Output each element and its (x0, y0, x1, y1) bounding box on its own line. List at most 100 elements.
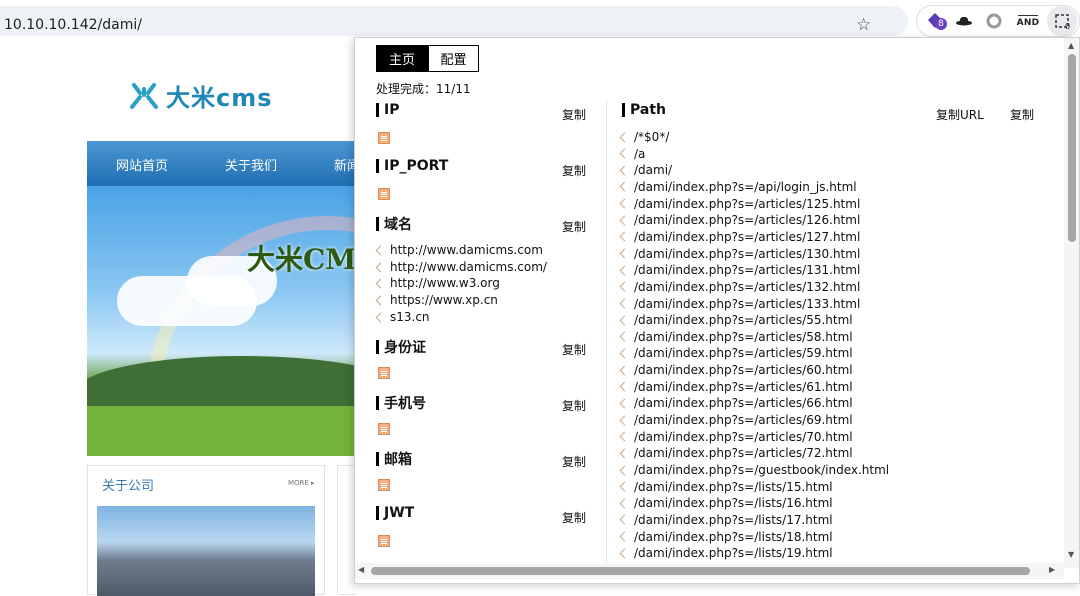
path-text: /dami/index.php?s=/articles/59.html (634, 346, 853, 361)
extensions-puzzle-icon[interactable]: 0 (1047, 6, 1077, 36)
domain-text: http://www.damicms.com/ (390, 260, 547, 274)
domain-item[interactable]: http://www.w3.org (375, 276, 500, 290)
path-item[interactable]: /dami/index.php?s=/articles/132.html (619, 280, 860, 294)
path-item[interactable]: /dami/index.php?s=/articles/125.html (619, 197, 860, 211)
copy-phone-button[interactable]: 复制 (562, 397, 586, 414)
path-item[interactable]: /dami/index.php?s=/articles/58.html (619, 330, 853, 344)
section-marker (376, 217, 379, 231)
address-bar[interactable]: 全 10.10.10.142/dami/ ☆ (0, 6, 908, 36)
extensions-bar: 8 AND 0 (916, 5, 1080, 37)
site-logo[interactable]: 大米cms (128, 78, 273, 113)
site-nav: 网站首页 关于我们 新闻 (87, 141, 387, 186)
copy-path-button[interactable]: 复制 (1010, 106, 1034, 123)
circle-extension-icon[interactable] (983, 6, 1005, 36)
path-item[interactable]: /dami/ (619, 163, 672, 177)
path-text: /dami/index.php?s=/articles/72.html (634, 446, 853, 461)
chevron-left-icon (619, 498, 630, 509)
section-path-label: Path (630, 102, 666, 118)
chevron-left-icon (619, 531, 630, 542)
path-item[interactable]: /dami/index.php?s=/api/login_js.html (619, 180, 857, 194)
section-ip-label: IP (384, 102, 400, 118)
path-text: /dami/index.php?s=/articles/58.html (634, 329, 853, 344)
section-ip-port-label: IP_PORT (384, 158, 449, 174)
path-text: /dami/index.php?s=/articles/66.html (634, 396, 853, 411)
path-item[interactable]: /dami/index.php?s=/articles/60.html (619, 363, 853, 377)
horizontal-scrollbar[interactable]: ◀ ▶ (355, 563, 1064, 579)
path-item[interactable]: /dami/index.php?s=/articles/133.html (619, 297, 860, 311)
section-email-title: 邮箱 (376, 449, 412, 469)
section-phone-label: 手机号 (384, 396, 426, 412)
chevron-left-icon (619, 148, 630, 159)
tab-home[interactable]: 主页 (376, 45, 428, 72)
nav-home[interactable]: 网站首页 (116, 155, 168, 174)
path-text: /dami/index.php?s=/articles/60.html (634, 363, 853, 378)
path-item[interactable]: /dami/index.php?s=/lists/15.html (619, 480, 833, 494)
scroll-right-arrow-icon[interactable]: ▶ (1049, 565, 1055, 574)
copy-ip-port-button[interactable]: 复制 (562, 162, 586, 179)
chevron-left-icon (619, 331, 630, 342)
path-item[interactable]: /dami/index.php?s=/lists/16.html (619, 496, 833, 510)
path-text: /dami/index.php?s=/articles/132.html (634, 279, 861, 294)
column-divider (606, 100, 607, 570)
path-item[interactable]: /dami/index.php?s=/lists/18.html (619, 530, 833, 544)
extension-shield-icon[interactable]: 8 (923, 6, 947, 36)
path-text: /dami/index.php?s=/articles/130.html (634, 246, 861, 261)
path-text: /*$0*/ (634, 130, 670, 144)
path-item[interactable]: /*$0*/ (619, 130, 669, 144)
tab-config[interactable]: 配置 (428, 45, 479, 72)
copy-email-button[interactable]: 复制 (562, 453, 586, 470)
and-extension-icon[interactable]: AND (1013, 6, 1043, 36)
path-item[interactable]: /dami/index.php?s=/articles/130.html (619, 247, 860, 261)
copy-domain-button[interactable]: 复制 (562, 218, 586, 235)
path-item[interactable]: /dami/index.php?s=/articles/126.html (619, 213, 860, 227)
chevron-left-icon (619, 431, 630, 442)
chevron-left-icon (619, 248, 630, 259)
path-item[interactable]: /dami/index.php?s=/articles/70.html (619, 430, 853, 444)
horizontal-scroll-thumb[interactable] (371, 567, 1030, 575)
path-text: /dami/index.php?s=/articles/131.html (634, 263, 861, 278)
nav-about[interactable]: 关于我们 (225, 155, 277, 174)
copy-jwt-button[interactable]: 复制 (562, 509, 586, 526)
path-item[interactable]: /a (619, 147, 645, 161)
hat-extension-icon[interactable] (953, 6, 975, 36)
path-item[interactable]: /dami/index.php?s=/articles/59.html (619, 346, 853, 360)
domain-item[interactable]: http://www.damicms.com (375, 243, 543, 257)
section-path-title: Path (622, 102, 666, 118)
path-item[interactable]: /dami/index.php?s=/articles/72.html (619, 446, 853, 460)
dami-logo-icon (130, 82, 158, 109)
path-item[interactable]: /dami/index.php?s=/articles/127.html (619, 230, 860, 244)
vertical-scrollbar[interactable]: ▲ ▼ (1064, 38, 1079, 568)
about-company-title[interactable]: 关于公司 (102, 475, 154, 494)
bookmark-star-icon[interactable]: ☆ (856, 15, 871, 35)
path-item[interactable]: /dami/index.php?s=/articles/69.html (619, 413, 853, 427)
about-more-link[interactable]: MORE ▸ (288, 479, 315, 487)
url-text[interactable]: 10.10.10.142/dami/ (4, 17, 142, 33)
copy-ip-button[interactable]: 复制 (562, 106, 586, 123)
path-item[interactable]: /dami/index.php?s=/articles/61.html (619, 380, 853, 394)
chevron-left-icon (375, 245, 386, 255)
empty-result-icon (378, 535, 390, 547)
path-item[interactable]: /dami/index.php?s=/lists/17.html (619, 513, 833, 527)
path-item[interactable]: /dami/index.php?s=/guestbook/index.html (619, 463, 889, 477)
empty-result-icon (378, 423, 390, 435)
path-item[interactable]: /dami/index.php?s=/articles/131.html (619, 263, 860, 277)
empty-result-icon (378, 132, 390, 144)
chevron-left-icon (619, 415, 630, 425)
chevron-left-icon (619, 181, 630, 192)
vertical-scroll-thumb[interactable] (1068, 54, 1076, 242)
extension-count: 0 (1065, 22, 1071, 31)
scroll-up-arrow-icon[interactable]: ▲ (1068, 41, 1074, 50)
path-item[interactable]: /dami/index.php?s=/lists/19.html (619, 546, 833, 560)
path-item[interactable]: /dami/index.php?s=/articles/55.html (619, 313, 853, 327)
domain-item[interactable]: https://www.xp.cn (375, 293, 498, 307)
path-text: /dami/index.php?s=/articles/69.html (634, 413, 853, 428)
section-ip-port-title: IP_PORT (376, 158, 448, 174)
section-ip-title: IP (376, 102, 399, 118)
domain-item[interactable]: http://www.damicms.com/ (375, 260, 547, 274)
scroll-left-arrow-icon[interactable]: ◀ (358, 565, 364, 574)
path-item[interactable]: /dami/index.php?s=/articles/66.html (619, 396, 853, 410)
copy-url-button[interactable]: 复制URL (936, 106, 984, 123)
domain-item[interactable]: s13.cn (375, 310, 430, 324)
copy-idcard-button[interactable]: 复制 (562, 341, 586, 358)
scroll-down-arrow-icon[interactable]: ▼ (1068, 550, 1074, 559)
